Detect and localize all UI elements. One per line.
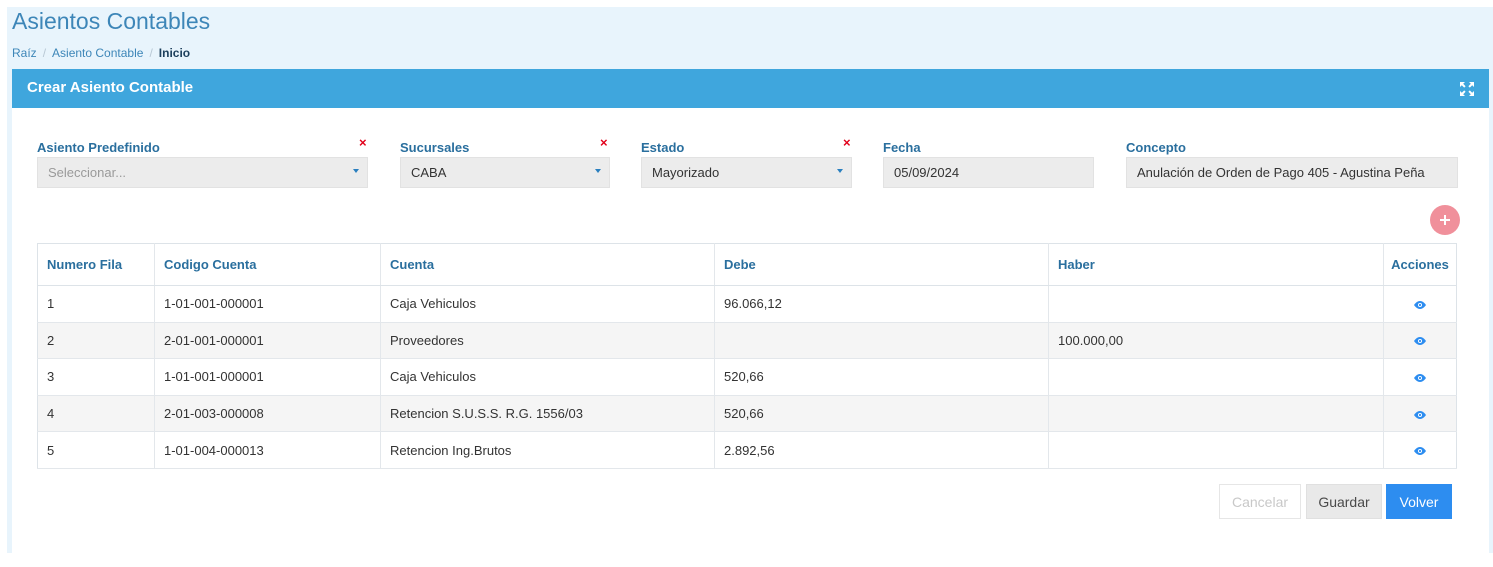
expand-icon[interactable] — [1459, 81, 1475, 97]
asiento-predefinido-placeholder: Seleccionar... — [48, 165, 127, 180]
cell-acciones — [1383, 322, 1457, 360]
breadcrumb-item-asiento-contable[interactable]: Asiento Contable — [52, 46, 143, 60]
create-entry-card: Crear Asiento Contable Asiento Predefini… — [12, 69, 1489, 553]
table-row: 2 2-01-001-000001 Proveedores 100.000,00 — [37, 322, 1457, 360]
eye-icon[interactable] — [1413, 336, 1427, 346]
cell-haber — [1048, 358, 1384, 396]
cell-debe: 520,66 — [714, 358, 1049, 396]
cell-acciones — [1383, 358, 1457, 396]
estado-select[interactable]: Mayorizado — [641, 157, 852, 188]
page: Asientos Contables Raíz / Asiento Contable… — [7, 7, 1493, 553]
cell-acciones — [1383, 431, 1457, 469]
cell-debe: 2.892,56 — [714, 431, 1049, 469]
clear-estado-icon[interactable]: × — [843, 136, 851, 149]
sucursales-select[interactable]: CABA — [400, 157, 610, 188]
header-haber[interactable]: Haber — [1048, 243, 1384, 286]
cell-debe — [714, 322, 1049, 360]
header-numero-fila[interactable]: Numero Fila — [37, 243, 155, 286]
fecha-field[interactable]: 05/09/2024 — [883, 157, 1094, 188]
breadcrumb: Raíz / Asiento Contable / Inicio — [12, 46, 190, 60]
cell-codigo: 2-01-001-000001 — [154, 322, 381, 360]
clear-sucursales-icon[interactable]: × — [600, 136, 608, 149]
header-acciones: Acciones — [1383, 243, 1457, 286]
eye-icon[interactable] — [1413, 410, 1427, 420]
concepto-field[interactable]: Anulación de Orden de Pago 405 - Agustin… — [1126, 157, 1458, 188]
table-row: 1 1-01-001-000001 Caja Vehiculos 96.066,… — [37, 285, 1457, 323]
cell-codigo: 1-01-001-000001 — [154, 285, 381, 323]
cell-cuenta: Caja Vehiculos — [380, 358, 715, 396]
eye-icon[interactable] — [1413, 300, 1427, 310]
header-cuenta[interactable]: Cuenta — [380, 243, 715, 286]
cell-acciones — [1383, 395, 1457, 433]
save-button[interactable]: Guardar — [1306, 484, 1382, 519]
cell-codigo: 1-01-004-000013 — [154, 431, 381, 469]
card-title: Crear Asiento Contable — [27, 79, 194, 96]
concepto-label: Concepto — [1126, 140, 1186, 155]
cell-codigo: 1-01-001-000001 — [154, 358, 381, 396]
fecha-label: Fecha — [883, 140, 921, 155]
cell-numero: 3 — [37, 358, 155, 396]
cell-numero: 1 — [37, 285, 155, 323]
cell-codigo: 2-01-003-000008 — [154, 395, 381, 433]
cell-haber — [1048, 285, 1384, 323]
cell-cuenta: Retencion Ing.Brutos — [380, 431, 715, 469]
sucursales-label: Sucursales — [400, 140, 470, 155]
cell-haber — [1048, 395, 1384, 433]
back-button[interactable]: Volver — [1386, 484, 1452, 519]
header-codigo-cuenta[interactable]: Codigo Cuenta — [154, 243, 381, 286]
cell-acciones — [1383, 285, 1457, 323]
cancel-button[interactable]: Cancelar — [1219, 484, 1301, 519]
cell-haber: 100.000,00 — [1048, 322, 1384, 360]
table-row: 5 1-01-004-000013 Retencion Ing.Brutos 2… — [37, 431, 1457, 469]
clear-asiento-predefinido-icon[interactable]: × — [359, 136, 367, 149]
breadcrumb-item-raiz[interactable]: Raíz — [12, 46, 37, 60]
estado-value: Mayorizado — [652, 165, 720, 180]
page-title: Asientos Contables — [12, 8, 211, 34]
eye-icon[interactable] — [1413, 446, 1427, 456]
chevron-down-icon — [837, 169, 843, 173]
sucursales-value: CABA — [411, 165, 447, 180]
add-row-button[interactable] — [1430, 205, 1460, 235]
entries-table: Numero Fila Codigo Cuenta Cuenta Debe Ha… — [37, 243, 1457, 469]
estado-label: Estado — [641, 140, 685, 155]
eye-icon[interactable] — [1413, 373, 1427, 383]
table-row: 4 2-01-003-000008 Retencion S.U.S.S. R.G… — [37, 395, 1457, 433]
cell-numero: 5 — [37, 431, 155, 469]
card-header: Crear Asiento Contable — [12, 69, 1489, 108]
breadcrumb-separator: / — [149, 46, 153, 60]
cell-cuenta: Caja Vehiculos — [380, 285, 715, 323]
cell-debe: 520,66 — [714, 395, 1049, 433]
cell-cuenta: Proveedores — [380, 322, 715, 360]
cell-debe: 96.066,12 — [714, 285, 1049, 323]
breadcrumb-item-inicio: Inicio — [158, 46, 191, 60]
asiento-predefinido-label: Asiento Predefinido — [37, 140, 160, 155]
cell-cuenta: Retencion S.U.S.S. R.G. 1556/03 — [380, 395, 715, 433]
cell-numero: 2 — [37, 322, 155, 360]
header-debe[interactable]: Debe — [714, 243, 1049, 286]
breadcrumb-separator: / — [42, 46, 47, 60]
cell-haber — [1048, 431, 1384, 469]
cell-numero: 4 — [37, 395, 155, 433]
table-row: 3 1-01-001-000001 Caja Vehiculos 520,66 — [37, 358, 1457, 396]
table-header-row: Numero Fila Codigo Cuenta Cuenta Debe Ha… — [37, 243, 1457, 286]
asiento-predefinido-select[interactable]: Seleccionar... — [37, 157, 368, 188]
chevron-down-icon — [595, 169, 601, 173]
chevron-down-icon — [353, 169, 359, 173]
